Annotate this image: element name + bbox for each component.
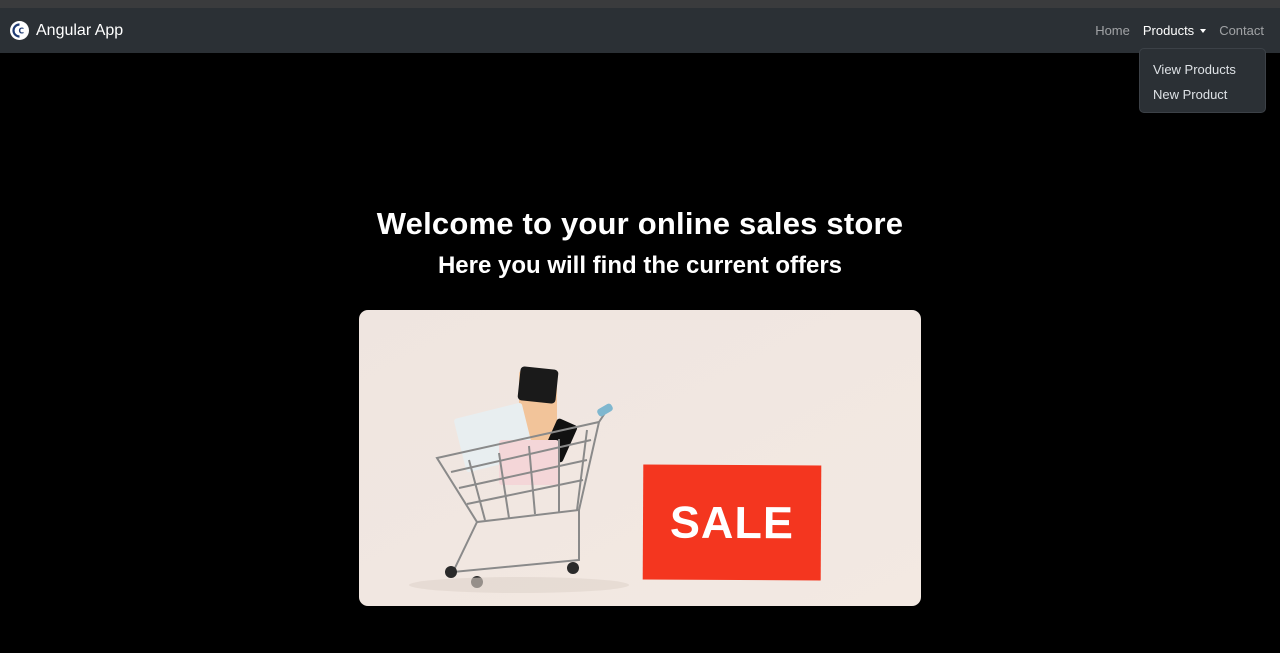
shopping-cart-illustration (359, 310, 921, 606)
browser-top-strip (0, 0, 1280, 8)
caret-down-icon (1200, 28, 1207, 33)
nav-home[interactable]: Home (1095, 23, 1130, 38)
logo-icon: C (10, 21, 29, 40)
sale-tag: SALE (642, 464, 822, 581)
sale-banner-image: SALE (359, 310, 921, 606)
hero-subtitle: Here you will find the current offers (437, 252, 843, 279)
nav-products-label: Products (1142, 23, 1195, 38)
brand-link[interactable]: C Angular App (10, 21, 123, 40)
nav-products-toggle[interactable]: Products (1142, 23, 1207, 38)
svg-text:C: C (19, 27, 25, 36)
nav-contact[interactable]: Contact (1219, 23, 1264, 38)
dropdown-item-view-products[interactable]: View Products (1140, 61, 1265, 86)
brand-name: Angular App (36, 21, 124, 39)
products-dropdown-menu: View Products New Product (1139, 48, 1266, 113)
hero-title: Welcome to your online sales store (376, 206, 904, 241)
navbar: C Angular App Home Products Contact (0, 8, 1280, 53)
sale-tag-text: SALE (669, 496, 795, 548)
dropdown-item-new-product[interactable]: New Product (1140, 86, 1265, 111)
nav-links: Home Products Contact (1082, 8, 1264, 53)
